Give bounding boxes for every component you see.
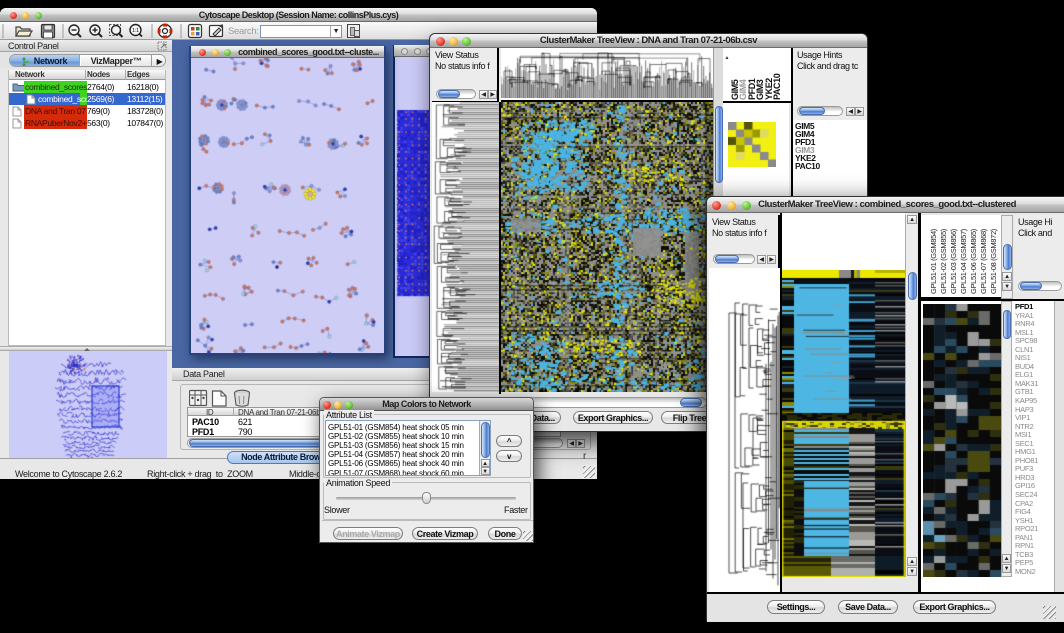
svg-text:1:1: 1:1 xyxy=(132,28,139,34)
